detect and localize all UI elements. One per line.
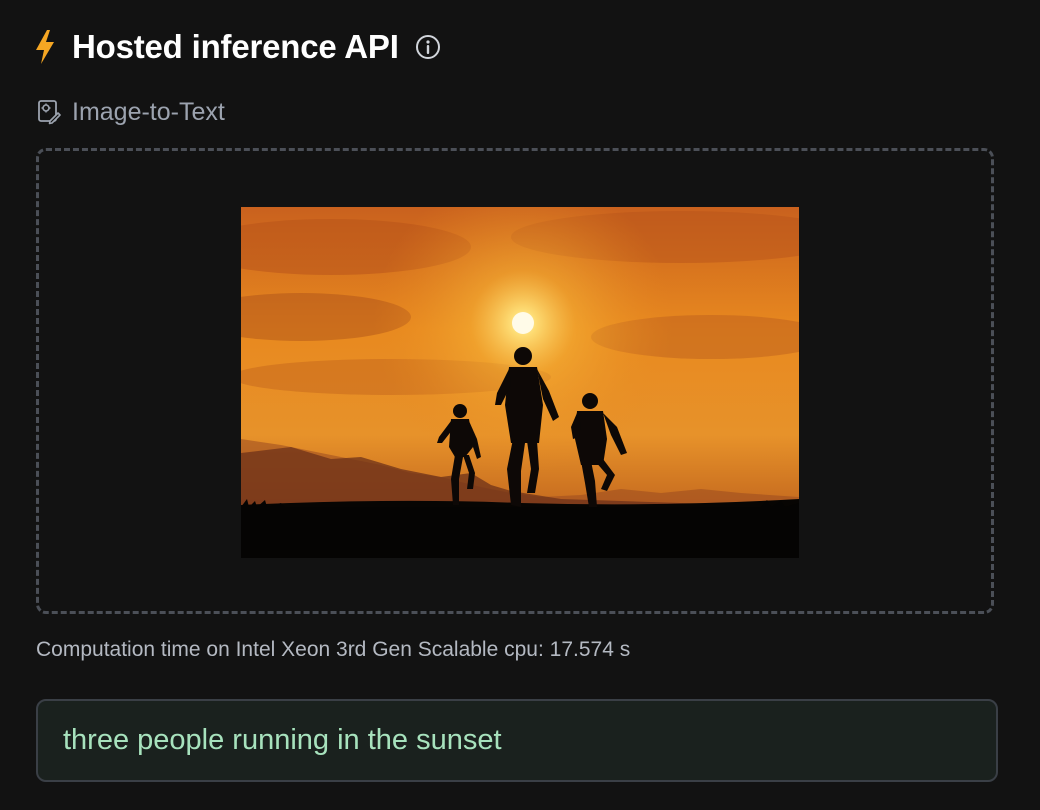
input-image — [241, 207, 799, 558]
output-box: three people running in the sunset — [36, 699, 998, 782]
inference-widget: Hosted inference API Image-to-Text Compu… — [0, 0, 1040, 810]
computation-time: Computation time on Intel Xeon 3rd Gen S… — [36, 638, 631, 661]
bolt-icon — [36, 30, 54, 64]
task-link[interactable]: Image-to-Text — [37, 96, 225, 128]
widget-title: Hosted inference API — [72, 28, 399, 65]
task-image-icon — [38, 100, 61, 125]
widget-header: Hosted inference API — [34, 26, 441, 68]
info-icon[interactable] — [415, 34, 441, 60]
task-label[interactable]: Image-to-Text — [72, 98, 225, 127]
image-dropzone[interactable] — [36, 148, 994, 614]
generated-caption: three people running in the sunset — [63, 724, 502, 756]
